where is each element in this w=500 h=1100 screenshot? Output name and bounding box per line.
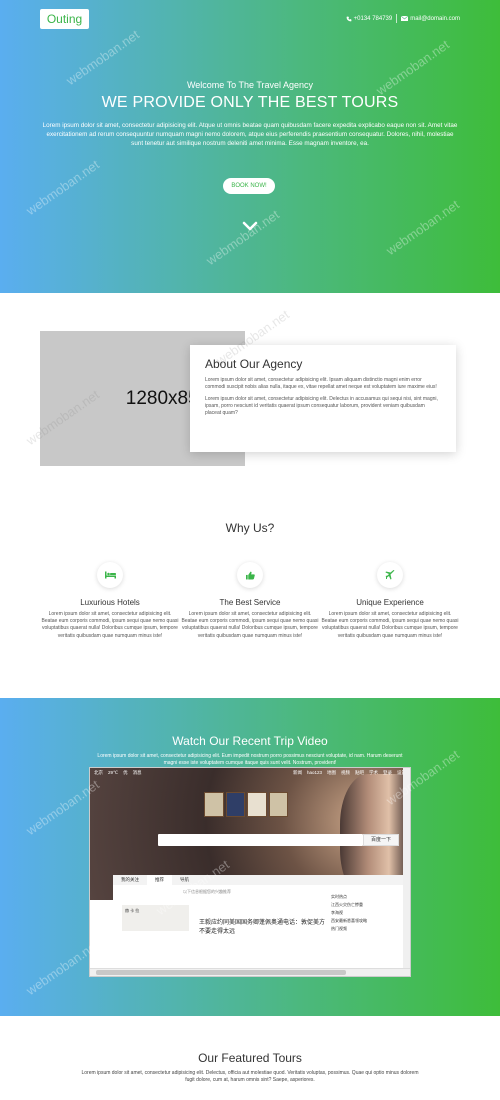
topbar-link[interactable]: 登录 (383, 770, 392, 780)
search-button[interactable]: 百度一下 (363, 834, 399, 846)
video-title: Watch Our Recent Trip Video (172, 734, 328, 748)
hot-list-item[interactable]: 西安最新悉喜领攻略 (331, 917, 409, 925)
why-item-text: Lorem ipsum dolor sit amet, consectetur … (41, 611, 179, 639)
about-card: About Our Agency Lorem ipsum dolor sit a… (190, 345, 456, 452)
hot-list-item[interactable]: 李海视 (331, 909, 409, 917)
news-thumbnail[interactable]: 赫 卡 拉 (122, 905, 189, 931)
email-contact[interactable]: mail@domain.com (401, 16, 460, 22)
hot-list-title: 实时热点 (331, 894, 347, 899)
why-us-grid: Luxurious Hotels Lorem ipsum dolor sit a… (40, 562, 460, 640)
phone-number: +0134 784739 (353, 15, 393, 22)
bed-icon (97, 562, 123, 588)
why-item-title: The Best Service (219, 598, 281, 607)
about-title: About Our Agency (205, 357, 303, 371)
contact-divider (396, 14, 398, 23)
featured-tours-text: Lorem ipsum dolor sit amet, consectetur … (81, 1070, 419, 1084)
why-item-experience: Unique Experience Lorem ipsum dolor sit … (320, 562, 460, 640)
phone-contact[interactable]: +0134 784739 (346, 15, 393, 22)
featured-tours-title: Our Featured Tours (198, 1051, 302, 1065)
why-item-hotels: Luxurious Hotels Lorem ipsum dolor sit a… (40, 562, 180, 640)
why-item-text: Lorem ipsum dolor sit amet, consectetur … (321, 611, 459, 639)
horizontal-scrollbar[interactable] (90, 968, 410, 976)
why-item-service: The Best Service Lorem ipsum dolor sit a… (180, 562, 320, 640)
mail-icon (401, 16, 409, 21)
topbar-right-links: 新闻 hao123 地图 视频 贴吧 学术 登录 设置 (293, 770, 406, 780)
topbar-msg[interactable]: 消息 (133, 770, 142, 780)
logo-block (247, 792, 267, 817)
topbar-link[interactable]: 贴吧 (355, 770, 364, 780)
hero-welcome: Welcome To The Travel Agency (186, 80, 314, 90)
why-item-text: Lorem ipsum dolor sit amet, consectetur … (181, 611, 319, 639)
topbar-link[interactable]: 视频 (341, 770, 350, 780)
hero-lead-text: Lorem ipsum dolor sit amet, consectetur … (42, 122, 458, 147)
topbar-link[interactable]: 地图 (327, 770, 336, 780)
video-text: Lorem ipsum dolor sit amet, consectetur … (97, 753, 403, 766)
top-contact: +0134 784739 mail@domain.com (346, 14, 460, 23)
tab-recommend[interactable]: 推荐 (147, 875, 172, 885)
search-logo (204, 792, 288, 817)
topbar-link[interactable]: hao123 (307, 770, 322, 780)
why-item-title: Luxurious Hotels (80, 598, 140, 607)
feed-panel: 我的关注 推荐 导航 以下信息根据您的兴趣推荐 赫 卡 拉 王毅应约同美国国务卿… (113, 875, 410, 971)
browser-topbar: 北京 29℃ 优 消息 新闻 hao123 地图 视频 贴吧 学术 登录 设置 (90, 770, 410, 780)
about-paragraph-2: Lorem ipsum dolor sit amet, consectetur … (205, 396, 438, 416)
logo-block (268, 792, 288, 817)
thumbs-up-icon (237, 562, 263, 588)
hot-list-item[interactable]: 江西火灾伤亡惨重 (331, 901, 409, 909)
scrollbar-thumb[interactable] (96, 970, 346, 975)
phone-icon (346, 16, 352, 21)
topbar-air: 优 (123, 770, 128, 775)
video-player[interactable]: 北京 29℃ 优 消息 新闻 hao123 地图 视频 贴吧 学术 登录 设置 … (89, 767, 411, 977)
plane-icon (377, 562, 403, 588)
hero-headline: WE PROVIDE ONLY THE BEST TOURS (101, 94, 399, 111)
tab-navigation[interactable]: 导航 (172, 875, 197, 885)
chevron-down-icon[interactable] (242, 220, 258, 232)
topbar-temp: 29℃ (108, 770, 119, 775)
topbar-link[interactable]: 学术 (369, 770, 378, 780)
news-headline[interactable]: 王毅应约同美国国务卿蓬佩奥通电话：敦促美方不要走得太远 (199, 919, 329, 937)
tab-following[interactable]: 我的关注 (113, 875, 147, 885)
feed-tabs: 我的关注 推荐 导航 (113, 875, 410, 885)
topbar-city[interactable]: 北京 (94, 770, 103, 780)
book-now-button[interactable]: BOOK NOW! (223, 178, 275, 194)
search-input[interactable] (158, 834, 363, 846)
why-us-title: Why Us? (225, 521, 275, 535)
logo-block (204, 792, 224, 817)
topbar-link[interactable]: 新闻 (293, 770, 302, 780)
hot-list-item[interactable]: 热门视频 (331, 925, 409, 933)
hot-list: 实时热点 江西火灾伤亡惨重 李海视 西安最新悉喜领攻略 热门视频 (331, 893, 409, 933)
about-paragraph-1: Lorem ipsum dolor sit amet, consectetur … (205, 377, 437, 390)
site-logo[interactable]: Outing (40, 9, 89, 29)
logo-block (225, 792, 245, 817)
vertical-scrollbar[interactable] (403, 768, 410, 968)
hero-section: Outing +0134 784739 mail@domain.com Welc… (0, 0, 500, 293)
email-address: mail@domain.com (410, 15, 460, 22)
why-item-title: Unique Experience (356, 598, 424, 607)
